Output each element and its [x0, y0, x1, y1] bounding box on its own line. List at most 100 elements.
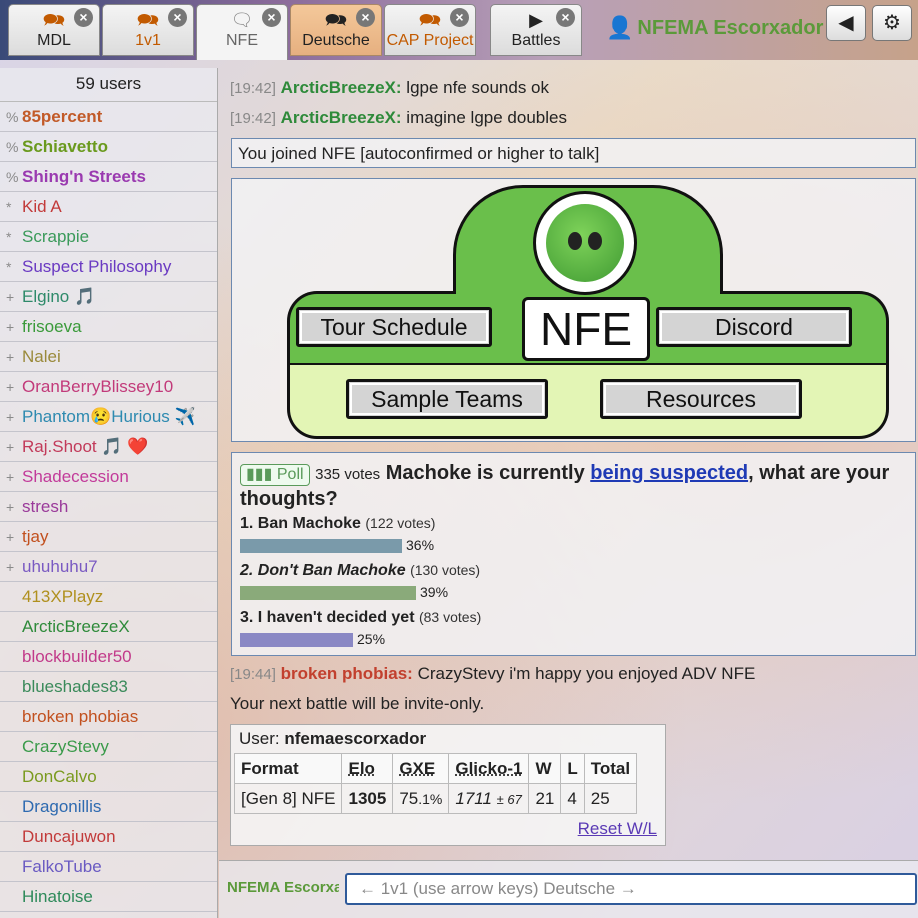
glicko-cell: 1711 ± 67 [448, 783, 530, 814]
user-name: blockbuilder50 [22, 647, 132, 666]
wins-cell: 21 [528, 783, 562, 814]
tab-mdl[interactable]: 🗪 MDL × [8, 4, 100, 56]
user-name: broken phobias [22, 707, 139, 726]
user-list-item[interactable]: + OranBerryBlissey10 [0, 372, 217, 402]
user-list-item[interactable]: + uhuhuhu7 [0, 552, 217, 582]
poll-badge: ▮▮▮ Poll [240, 464, 310, 486]
poll-total-votes: 335 votes [315, 466, 381, 483]
join-notice: You joined NFE [autoconfirmed or higher … [231, 138, 916, 168]
room-tab-bar: 🗪 MDL × 🗪 1v1 × 🗨 NFE × 🗪 Deutsche × 🗪 C… [0, 0, 918, 60]
user-rank: * [6, 229, 12, 245]
table-row: [Gen 8] NFE 1305 75.1% 1711 ± 67 21 4 25 [233, 783, 638, 814]
column-header: Glicko-1 [448, 753, 530, 784]
poll-percent: 36% [406, 537, 435, 553]
user-list-item[interactable]: * Suspect Philosophy [0, 252, 217, 282]
user-list-item[interactable]: + tjay [0, 522, 217, 552]
chat-input[interactable] [345, 873, 917, 905]
poll-result-bar [240, 633, 353, 647]
user-name: DonCalvo [22, 767, 97, 786]
tab-1v1[interactable]: 🗪 1v1 × [102, 4, 194, 56]
tab-deutsche[interactable]: 🗪 Deutsche × [290, 4, 382, 56]
user-list-item[interactable]: FalkoTube [0, 852, 217, 882]
user-list-item[interactable]: + Shadecession [0, 462, 217, 492]
poll-question-link[interactable]: being suspected [590, 462, 748, 484]
discord-button[interactable]: Discord [656, 307, 852, 347]
user-list-item[interactable]: CrazyStevy [0, 732, 217, 762]
user-rank: + [6, 409, 15, 425]
chat-message: [19:42] ArcticBreezeX: imagine lgpe doub… [230, 108, 567, 128]
user-name: 413XPlayz [22, 587, 104, 606]
user-name: Suspect Philosophy [22, 257, 172, 276]
user-list-item[interactable]: Dragonillis [0, 792, 217, 822]
user-rank: + [6, 529, 15, 545]
user-list-item[interactable]: Duncajuwon [0, 822, 217, 852]
user-list-item[interactable]: blueshades83 [0, 672, 217, 702]
format-cell: [Gen 8] NFE [233, 783, 343, 814]
gxe-cell: 75.1% [392, 783, 450, 814]
sample-teams-button[interactable]: Sample Teams [346, 379, 548, 419]
close-icon[interactable]: × [168, 8, 187, 27]
close-icon[interactable]: × [262, 8, 281, 27]
user-rank: * [6, 259, 12, 275]
user-name: tjay [22, 527, 49, 546]
user-list-item[interactable]: + Elgino 🎵 [0, 282, 217, 312]
close-icon[interactable]: × [556, 8, 575, 27]
user-list-item[interactable]: DonCalvo [0, 762, 217, 792]
message-author[interactable]: ArcticBreezeX: [281, 78, 402, 97]
poll-header: ▮▮▮ Poll 335 votes Machoke is currently … [240, 462, 890, 510]
user-name: Nalei [22, 347, 61, 366]
user-name: CrazyStevy [22, 737, 109, 756]
losses-cell: 4 [560, 783, 585, 814]
timestamp: [19:44] [230, 666, 276, 683]
user-list-item[interactable]: % Shing'n Streets [0, 162, 217, 192]
tour-schedule-button[interactable]: Tour Schedule [296, 307, 492, 347]
resources-button[interactable]: Resources [600, 379, 802, 419]
user-list-item[interactable]: * Scrappie [0, 222, 217, 252]
input-username[interactable]: NFEMA Escorxador [227, 879, 339, 896]
tab-nfe[interactable]: 🗨 NFE × [196, 4, 288, 60]
poll-percent: 39% [420, 584, 449, 600]
user-rows: % 85percent% Schiavetto% Shing'n Streets * Ki… [0, 102, 217, 912]
user-name: Scrappie [22, 227, 90, 246]
user-list-item[interactable]: 413XPlayz [0, 582, 217, 612]
column-header: L [560, 753, 585, 784]
mascot-image [533, 191, 637, 295]
user-list-item[interactable]: * Kid A [0, 192, 217, 222]
close-icon[interactable]: × [450, 8, 469, 27]
tab-cap-project[interactable]: 🗪 CAP Project × [384, 4, 476, 56]
user-list-item[interactable]: + Phantom😢Hurious ✈️ [0, 402, 217, 432]
gear-icon: ⚙ [883, 12, 901, 34]
user-list-item[interactable]: % Schiavetto [0, 132, 217, 162]
message-author[interactable]: ArcticBreezeX: [281, 108, 402, 127]
current-user-badge[interactable]: 👤 NFEMA Escorxador [606, 8, 823, 48]
close-icon[interactable]: × [74, 8, 93, 27]
tab-battles[interactable]: ▶ Battles × [490, 4, 582, 56]
user-name: Shing'n Streets [22, 167, 147, 186]
user-name: 85percent [22, 107, 103, 126]
message-text: lgpe nfe sounds ok [406, 78, 550, 97]
poll-option: 1. Ban Machoke (122 votes) [240, 515, 436, 532]
close-icon[interactable]: × [356, 8, 375, 27]
user-list-item[interactable]: blockbuilder50 [0, 642, 217, 672]
user-list-item[interactable]: % 85percent [0, 102, 217, 132]
chat-log: [19:42] ArcticBreezeX: lgpe nfe sounds o… [219, 68, 918, 860]
column-header: Format [233, 753, 343, 784]
user-list-item[interactable]: + stresh [0, 492, 217, 522]
reset-wl-link[interactable]: Reset W/L [578, 819, 657, 839]
user-list-item[interactable]: + Raj.Shoot 🎵 ❤️ [0, 432, 217, 462]
sound-button[interactable]: ◀ [826, 5, 866, 41]
user-name: blueshades83 [22, 677, 128, 696]
user-list-item[interactable]: Hinatoise [0, 882, 217, 912]
user-list-item[interactable]: + Nalei [0, 342, 217, 372]
chat-input-bar: NFEMA Escorxador [219, 860, 918, 918]
options-button[interactable]: ⚙ [872, 5, 912, 41]
user-list-item[interactable]: ArcticBreezeX [0, 612, 217, 642]
column-header: GXE [392, 753, 450, 784]
poll: ▮▮▮ Poll 335 votes Machoke is currently … [231, 452, 916, 656]
user-list-item[interactable]: broken phobias [0, 702, 217, 732]
user-icon: 👤 [606, 15, 634, 40]
message-author[interactable]: broken phobias: [281, 664, 413, 683]
speaker-icon: ◀ [838, 12, 854, 34]
user-list-item[interactable]: + frisoeva [0, 312, 217, 342]
user-rank: + [6, 439, 15, 455]
